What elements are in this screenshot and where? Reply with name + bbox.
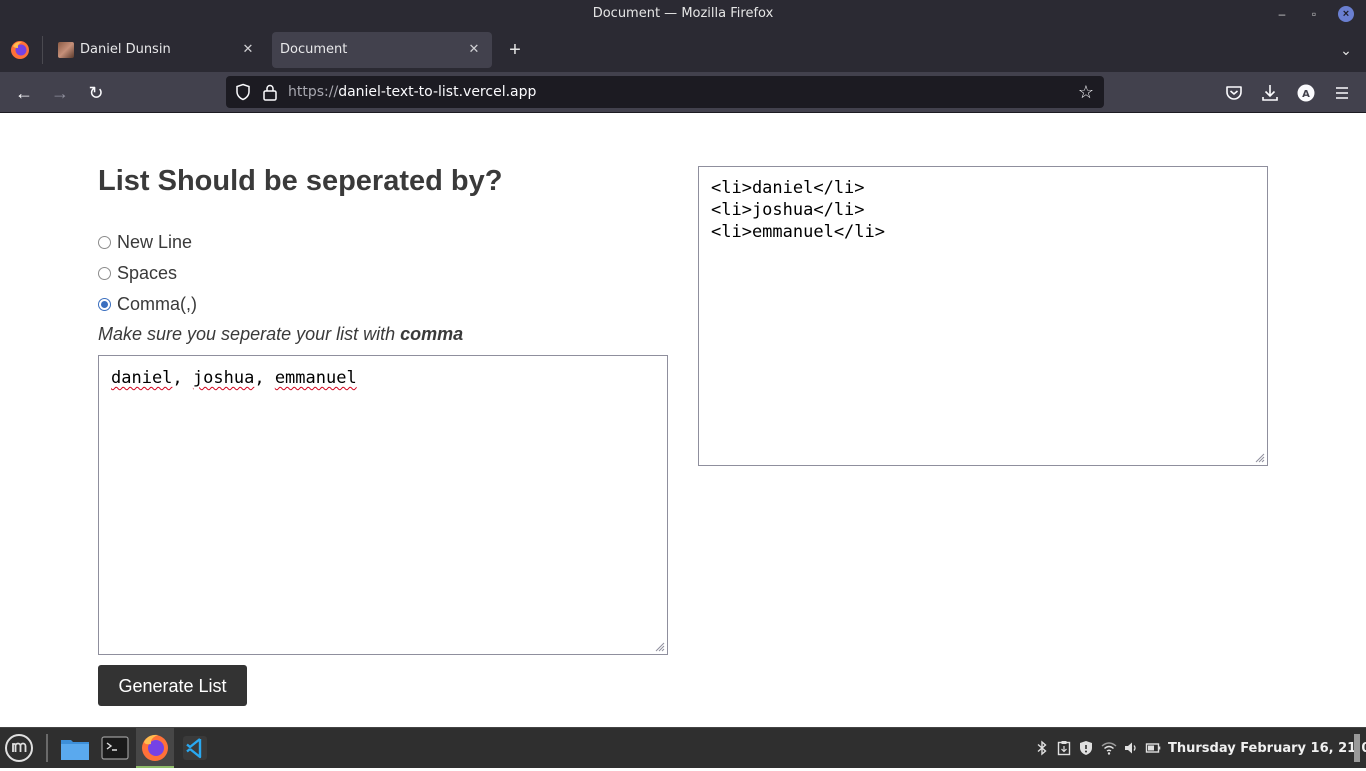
tab-favicon: [58, 42, 74, 58]
firefox-menu-icon[interactable]: [10, 40, 30, 60]
url-host: daniel-text-to-list.vercel.app: [338, 84, 537, 100]
wifi-icon[interactable]: [1101, 740, 1117, 756]
files-icon[interactable]: [60, 733, 90, 763]
update-shield-icon[interactable]: [1078, 740, 1094, 756]
option-new-line[interactable]: New Line: [98, 231, 192, 253]
battery-icon[interactable]: [1145, 740, 1161, 756]
generate-list-button[interactable]: Generate List: [98, 665, 247, 706]
close-tab-icon[interactable]: ✕: [466, 42, 482, 58]
resize-grip-icon[interactable]: [655, 642, 665, 652]
tab-daniel-dunsin[interactable]: Daniel Dunsin ✕: [46, 32, 266, 68]
tab-label: Document: [280, 42, 348, 57]
input-token: joshua: [192, 368, 255, 388]
reload-button[interactable]: ↻: [83, 80, 109, 106]
volume-icon[interactable]: [1123, 740, 1139, 756]
navigation-toolbar: ← → ↻ https://daniel-text-to-list.vercel…: [0, 72, 1366, 113]
window-titlebar: Document — Mozilla Firefox – ▫ ×: [0, 0, 1366, 28]
terminal-icon[interactable]: [100, 733, 130, 763]
clipboard-icon[interactable]: [1056, 740, 1072, 756]
firefox-taskbar-button[interactable]: [136, 728, 174, 768]
hint-emphasis: comma: [400, 324, 464, 344]
bluetooth-icon[interactable]: [1034, 740, 1050, 756]
page-content: List Should be seperated by? New Line Sp…: [0, 113, 1366, 727]
back-button[interactable]: ←: [11, 80, 37, 106]
menu-icon[interactable]: [4, 733, 34, 763]
radio-comma[interactable]: [98, 297, 111, 311]
pocket-icon[interactable]: [1222, 81, 1246, 105]
page-heading: List Should be seperated by?: [98, 165, 503, 197]
hamburger-menu-icon[interactable]: [1330, 81, 1354, 105]
radio-new-line[interactable]: [98, 235, 111, 249]
show-desktop-handle[interactable]: [1354, 734, 1360, 762]
option-label: Comma(,): [117, 293, 197, 314]
vscode-icon[interactable]: [180, 733, 210, 763]
separator-hint: Make sure you seperate your list with co…: [98, 324, 463, 345]
restore-button[interactable]: ▫: [1306, 6, 1322, 22]
address-bar[interactable]: https://daniel-text-to-list.vercel.app ☆: [226, 76, 1104, 108]
close-tab-icon[interactable]: ✕: [240, 42, 256, 58]
svg-text:A: A: [1302, 89, 1310, 100]
list-output-textarea[interactable]: <li>daniel</li> <li>joshua</li> <li>emma…: [698, 166, 1268, 466]
close-window-button[interactable]: ×: [1338, 6, 1354, 22]
url-scheme: https://: [288, 84, 339, 100]
bookmark-star-icon[interactable]: ☆: [1074, 80, 1098, 104]
taskbar: Thursday February 16, 21:06: [0, 727, 1366, 768]
option-comma[interactable]: Comma(,): [98, 293, 197, 315]
input-token: emmanuel: [274, 368, 357, 388]
option-label: New Line: [117, 231, 193, 252]
tab-document[interactable]: Document ✕: [272, 32, 492, 68]
window-title: Document — Mozilla Firefox: [592, 6, 774, 21]
option-label: Spaces: [117, 262, 178, 283]
output-line: <li>daniel</li>: [711, 178, 865, 198]
hint-text: Make sure you seperate your list with: [98, 324, 401, 344]
output-line: <li>joshua</li>: [711, 200, 865, 220]
output-line: <li>emmanuel</li>: [711, 222, 885, 242]
tab-strip: Daniel Dunsin ✕ Document ✕ + ⌄: [0, 28, 1366, 72]
option-spaces[interactable]: Spaces: [98, 262, 177, 284]
list-all-tabs-chevron-icon[interactable]: ⌄: [1336, 40, 1356, 60]
tab-label: Daniel Dunsin: [80, 42, 171, 57]
output-value: <li>daniel</li> <li>joshua</li> <li>emma…: [711, 177, 885, 243]
clock[interactable]: Thursday February 16, 21:06: [1168, 728, 1366, 769]
new-tab-button[interactable]: +: [503, 38, 527, 62]
account-avatar-icon[interactable]: A: [1294, 81, 1318, 105]
minimize-button[interactable]: –: [1274, 6, 1290, 22]
firefox-icon: [142, 734, 168, 761]
input-token: daniel: [111, 368, 173, 388]
forward-button[interactable]: →: [47, 80, 73, 106]
input-value: daniel, joshua, emmanuel: [111, 368, 357, 388]
tracking-protection-shield-icon[interactable]: [234, 83, 252, 101]
tab-separator: [42, 36, 43, 64]
url-text[interactable]: https://daniel-text-to-list.vercel.app: [288, 76, 536, 108]
taskbar-divider: [46, 734, 48, 762]
lock-icon[interactable]: [262, 83, 278, 101]
list-input-textarea[interactable]: daniel, joshua, emmanuel: [98, 355, 668, 655]
radio-spaces[interactable]: [98, 266, 111, 280]
resize-grip-icon[interactable]: [1255, 453, 1265, 463]
downloads-icon[interactable]: [1258, 81, 1282, 105]
